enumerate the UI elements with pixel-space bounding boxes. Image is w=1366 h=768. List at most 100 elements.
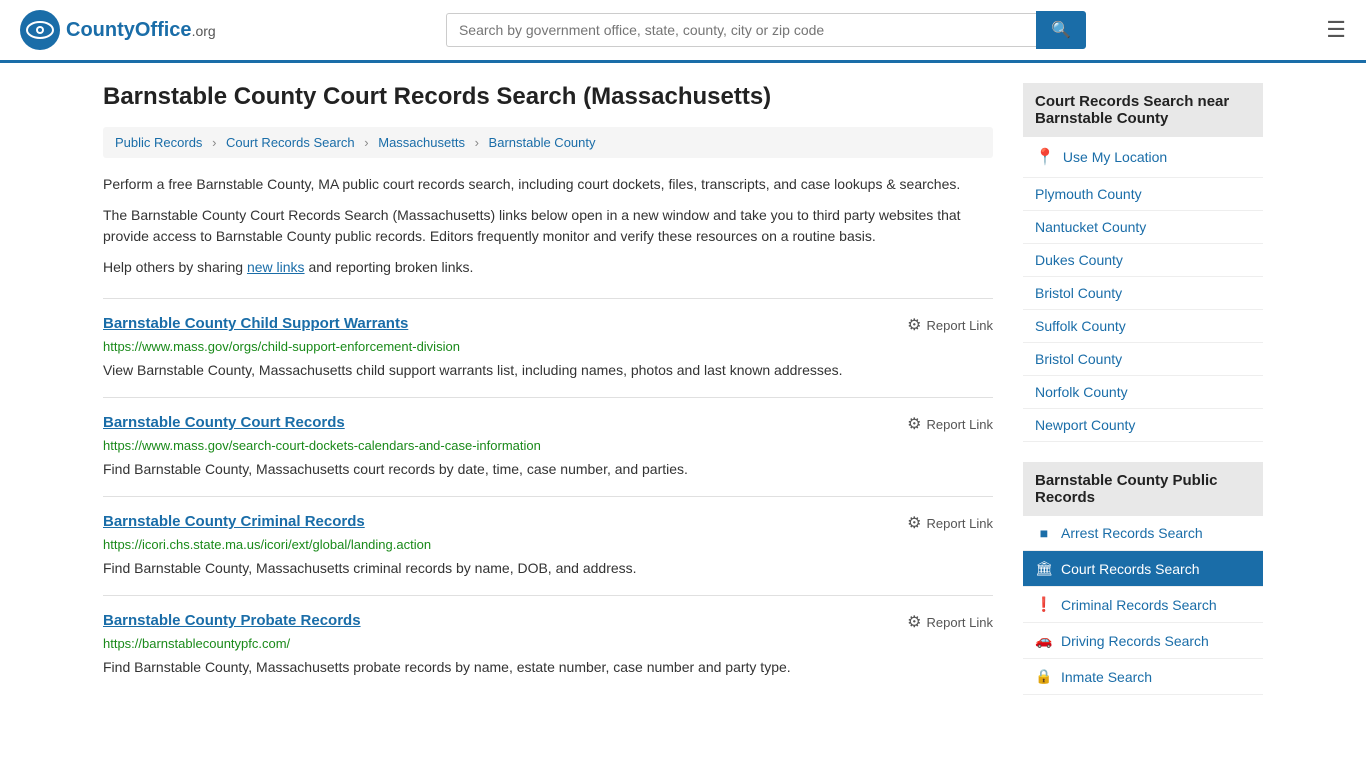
sidebar: Court Records Search near Barnstable Cou…: [1023, 83, 1263, 715]
report-link-button-3[interactable]: ⚙ Report Link: [907, 612, 993, 632]
sidebar-county-link-6[interactable]: Norfolk County: [1023, 376, 1263, 408]
page-title: Barnstable County Court Records Search (…: [103, 83, 993, 111]
breadcrumb-barnstable-county[interactable]: Barnstable County: [489, 135, 596, 150]
report-link-button-0[interactable]: ⚙ Report Link: [907, 315, 993, 335]
sidebar-county-link-1[interactable]: Nantucket County: [1023, 211, 1263, 243]
record-desc-2: Find Barnstable County, Massachusetts cr…: [103, 558, 993, 579]
sidebar-location-header: 📍 Use My Location: [1023, 137, 1263, 178]
report-link-label-2: Report Link: [927, 516, 993, 531]
main-container: Barnstable County Court Records Search (…: [83, 63, 1283, 735]
record-url-3: https://barnstablecountypfc.com/: [103, 636, 993, 651]
sidebar-county-link-3[interactable]: Bristol County: [1023, 277, 1263, 309]
record-url-1: https://www.mass.gov/search-court-docket…: [103, 438, 993, 453]
sidebar-record-item: 🔒 Inmate Search: [1023, 659, 1263, 695]
search-area: 🔍: [446, 11, 1086, 49]
use-my-location-link[interactable]: Use My Location: [1063, 149, 1167, 165]
hamburger-menu-button[interactable]: ☰: [1326, 17, 1346, 43]
record-cards: Barnstable County Child Support Warrants…: [103, 298, 993, 694]
sidebar-record-item: ■ Arrest Records Search: [1023, 516, 1263, 551]
record-title-2[interactable]: Barnstable County Criminal Records: [103, 513, 365, 530]
breadcrumb-public-records[interactable]: Public Records: [115, 135, 202, 150]
content-area: Barnstable County Court Records Search (…: [103, 83, 993, 715]
sidebar-county-link-7[interactable]: Newport County: [1023, 409, 1263, 441]
new-links-link[interactable]: new links: [247, 259, 305, 275]
record-desc-3: Find Barnstable County, Massachusetts pr…: [103, 657, 993, 678]
sidebar-county-link-5[interactable]: Bristol County: [1023, 343, 1263, 375]
record-desc-0: View Barnstable County, Massachusetts ch…: [103, 360, 993, 381]
sidebar-record-label-4: Inmate Search: [1061, 669, 1152, 685]
record-title-1[interactable]: Barnstable County Court Records: [103, 414, 345, 431]
sidebar-public-records-title: Barnstable County Public Records: [1023, 462, 1263, 516]
sidebar-county-list: Plymouth CountyNantucket CountyDukes Cou…: [1023, 178, 1263, 442]
record-desc-1: Find Barnstable County, Massachusetts co…: [103, 459, 993, 480]
location-dot-icon: 📍: [1035, 147, 1055, 167]
sharing-text: Help others by sharing new links and rep…: [103, 257, 993, 278]
sidebar-county-item: Nantucket County: [1023, 211, 1263, 244]
sidebar-record-icon-3: 🚗: [1035, 632, 1053, 649]
sidebar-county-link-2[interactable]: Dukes County: [1023, 244, 1263, 276]
sidebar-record-item: ❗ Criminal Records Search: [1023, 587, 1263, 623]
sidebar-record-label-0: Arrest Records Search: [1061, 525, 1203, 541]
record-title-3[interactable]: Barnstable County Probate Records: [103, 612, 361, 629]
sidebar-record-item: 🚗 Driving Records Search: [1023, 623, 1263, 659]
breadcrumb-sep-1: ›: [212, 135, 216, 150]
logo-area: CountyOffice.org: [20, 10, 216, 50]
sidebar-nearby-title: Court Records Search near Barnstable Cou…: [1023, 83, 1263, 137]
sidebar-record-icon-4: 🔒: [1035, 668, 1053, 685]
report-link-button-1[interactable]: ⚙ Report Link: [907, 414, 993, 434]
sidebar-county-item: Dukes County: [1023, 244, 1263, 277]
sidebar-record-icon-2: ❗: [1035, 596, 1053, 613]
breadcrumb-massachusetts[interactable]: Massachusetts: [378, 135, 465, 150]
sidebar-record-icon-0: ■: [1035, 525, 1053, 541]
search-input[interactable]: [446, 13, 1036, 47]
record-card-header: Barnstable County Probate Records ⚙ Repo…: [103, 612, 993, 632]
sidebar-record-icon-1: 🏛: [1035, 560, 1053, 577]
sidebar-record-label-2: Criminal Records Search: [1061, 597, 1217, 613]
sidebar-record-label-3: Driving Records Search: [1061, 633, 1209, 649]
sidebar-record-link-3[interactable]: 🚗 Driving Records Search: [1023, 623, 1263, 658]
intro-text-1: Perform a free Barnstable County, MA pub…: [103, 174, 993, 195]
record-card: Barnstable County Court Records ⚙ Report…: [103, 397, 993, 496]
site-header: CountyOffice.org 🔍 ☰: [0, 0, 1366, 63]
report-icon-2: ⚙: [907, 513, 921, 533]
sidebar-county-link-4[interactable]: Suffolk County: [1023, 310, 1263, 342]
sidebar-record-item: 🏛 Court Records Search: [1023, 551, 1263, 587]
breadcrumb: Public Records › Court Records Search › …: [103, 127, 993, 158]
record-card-header: Barnstable County Child Support Warrants…: [103, 315, 993, 335]
sidebar-county-item: Newport County: [1023, 409, 1263, 442]
record-card: Barnstable County Criminal Records ⚙ Rep…: [103, 496, 993, 595]
sidebar-nearby-section: Court Records Search near Barnstable Cou…: [1023, 83, 1263, 442]
sidebar-county-item: Bristol County: [1023, 343, 1263, 376]
logo-text: CountyOffice.org: [66, 19, 216, 42]
record-card-header: Barnstable County Court Records ⚙ Report…: [103, 414, 993, 434]
sidebar-county-item: Plymouth County: [1023, 178, 1263, 211]
logo-icon: [20, 10, 60, 50]
report-link-label-0: Report Link: [927, 318, 993, 333]
sidebar-county-item: Suffolk County: [1023, 310, 1263, 343]
record-card-header: Barnstable County Criminal Records ⚙ Rep…: [103, 513, 993, 533]
sidebar-records-list: ■ Arrest Records Search 🏛 Court Records …: [1023, 516, 1263, 695]
sidebar-record-label-1: Court Records Search: [1061, 561, 1200, 577]
sidebar-record-link-0[interactable]: ■ Arrest Records Search: [1023, 516, 1263, 550]
report-link-label-1: Report Link: [927, 417, 993, 432]
report-icon-1: ⚙: [907, 414, 921, 434]
search-button[interactable]: 🔍: [1036, 11, 1086, 49]
record-url-0: https://www.mass.gov/orgs/child-support-…: [103, 339, 993, 354]
sidebar-record-link-1[interactable]: 🏛 Court Records Search: [1023, 551, 1263, 586]
sidebar-record-link-2[interactable]: ❗ Criminal Records Search: [1023, 587, 1263, 622]
intro-text-2: The Barnstable County Court Records Sear…: [103, 205, 993, 247]
breadcrumb-sep-2: ›: [364, 135, 368, 150]
breadcrumb-sep-3: ›: [475, 135, 479, 150]
report-link-button-2[interactable]: ⚙ Report Link: [907, 513, 993, 533]
sidebar-record-link-4[interactable]: 🔒 Inmate Search: [1023, 659, 1263, 694]
record-url-2: https://icori.chs.state.ma.us/icori/ext/…: [103, 537, 993, 552]
record-card: Barnstable County Probate Records ⚙ Repo…: [103, 595, 993, 694]
sidebar-public-records-section: Barnstable County Public Records ■ Arres…: [1023, 462, 1263, 695]
breadcrumb-court-records-search[interactable]: Court Records Search: [226, 135, 355, 150]
sidebar-county-link-0[interactable]: Plymouth County: [1023, 178, 1263, 210]
report-icon-0: ⚙: [907, 315, 921, 335]
record-title-0[interactable]: Barnstable County Child Support Warrants: [103, 315, 408, 332]
report-link-label-3: Report Link: [927, 615, 993, 630]
record-card: Barnstable County Child Support Warrants…: [103, 298, 993, 397]
sidebar-county-item: Norfolk County: [1023, 376, 1263, 409]
